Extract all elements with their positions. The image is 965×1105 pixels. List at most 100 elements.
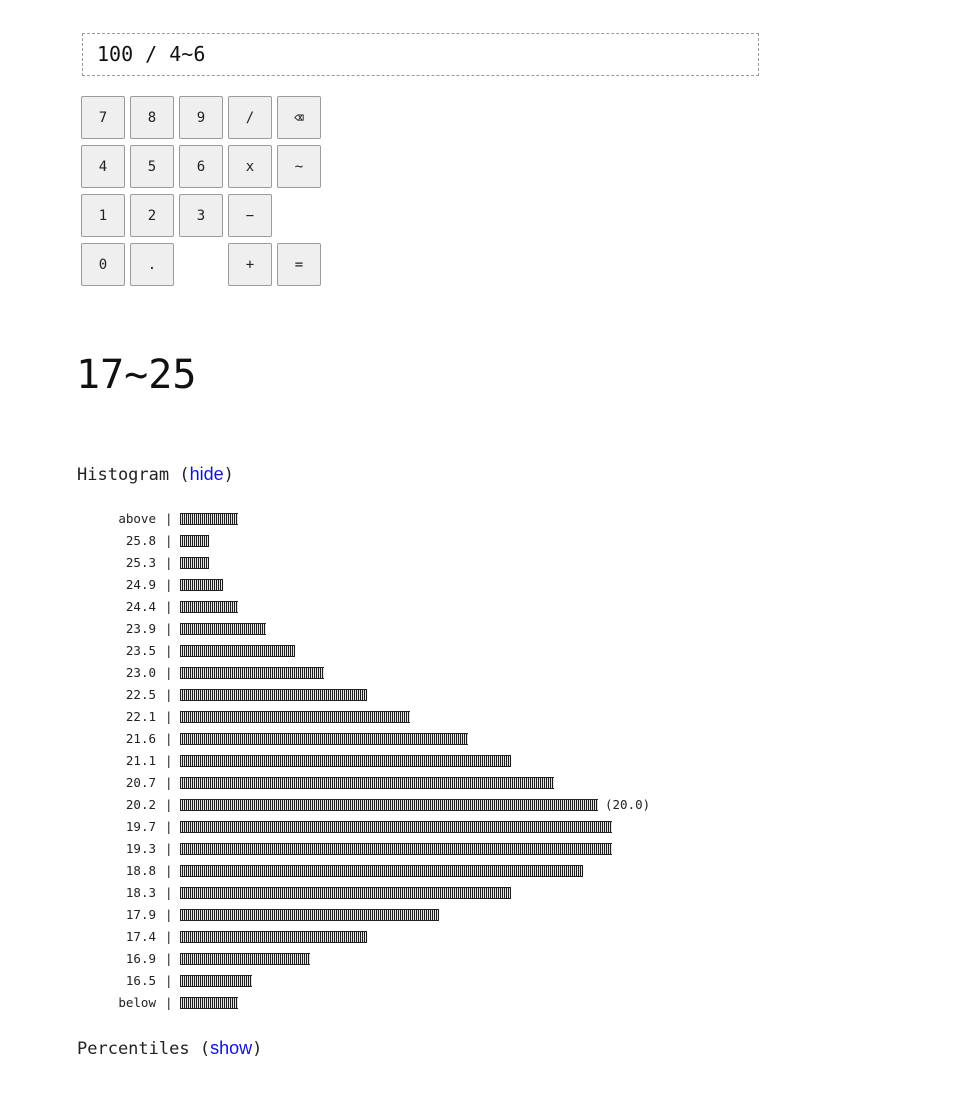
histogram-bin-label: 20.2 <box>125 797 156 812</box>
histogram-separator: | <box>165 511 173 526</box>
histogram-bar <box>180 975 252 987</box>
histogram-separator: | <box>165 643 173 658</box>
histogram-max-annotation: (20.0) <box>605 797 651 812</box>
histogram-row: 18.3 | <box>0 882 965 904</box>
histogram-separator: | <box>165 797 173 812</box>
histogram-bin-label: 23.5 <box>125 643 156 658</box>
key-9[interactable]: 9 <box>179 96 223 139</box>
histogram-separator: | <box>165 731 173 746</box>
histogram-bar <box>180 799 598 811</box>
histogram-row: 20.2 | (20.0) <box>0 794 965 816</box>
histogram-row: 21.6 | <box>0 728 965 750</box>
histogram-separator: | <box>165 995 173 1010</box>
percentiles-paren-open: ( <box>199 1039 211 1059</box>
histogram-hide-link[interactable]: hide <box>190 464 224 484</box>
histogram-bin-label: 24.9 <box>125 577 156 592</box>
histogram-row: 18.8 | <box>0 860 965 882</box>
key-equals[interactable]: = <box>277 243 321 286</box>
histogram-bin-label: 24.4 <box>125 599 156 614</box>
histogram-separator: | <box>165 863 173 878</box>
expression-display[interactable]: 100 / 4~6 <box>82 33 759 76</box>
percentiles-paren-close: ) <box>252 1039 263 1059</box>
histogram-heading: Histogram (hide) <box>77 463 234 486</box>
histogram-row: 23.0 | <box>0 662 965 684</box>
histogram-bin-label: 23.9 <box>125 621 156 636</box>
histogram-bar <box>180 755 511 767</box>
histogram-row: 19.3 | <box>0 838 965 860</box>
histogram-bin-label: below <box>118 995 156 1010</box>
histogram-bar <box>180 557 209 569</box>
key-0[interactable]: 0 <box>81 243 125 286</box>
histogram-row: 23.9 | <box>0 618 965 640</box>
histogram-bin-label: 16.9 <box>125 951 156 966</box>
histogram-bar <box>180 645 295 657</box>
histogram-bar <box>180 601 238 613</box>
histogram-bin-label: 21.1 <box>125 753 156 768</box>
histogram-bar <box>180 777 554 789</box>
key-plus[interactable]: + <box>228 243 272 286</box>
histogram-bin-label: 21.6 <box>125 731 156 746</box>
histogram-bar <box>180 843 612 855</box>
histogram-row: 16.9 | <box>0 948 965 970</box>
key-1[interactable]: 1 <box>81 194 125 237</box>
histogram-paren-open: ( <box>179 465 190 485</box>
histogram-separator: | <box>165 841 173 856</box>
histogram-chart: above | 25.8 | 25.3 | 24.9 | 24.4 | 23.9 | 23.5 | 23.0… <box>0 508 965 1014</box>
histogram-bin-label: 25.3 <box>125 555 156 570</box>
histogram-row: 25.8 | <box>0 530 965 552</box>
key-multiply[interactable]: x <box>228 145 272 188</box>
key-8[interactable]: 8 <box>130 96 174 139</box>
key-4[interactable]: 4 <box>81 145 125 188</box>
key-minus[interactable]: − <box>228 194 272 237</box>
histogram-bin-label: 18.8 <box>125 863 156 878</box>
histogram-separator: | <box>165 753 173 768</box>
histogram-title: Histogram <box>77 465 170 485</box>
histogram-bar <box>180 667 324 679</box>
histogram-row: 23.5 | <box>0 640 965 662</box>
percentiles-show-link[interactable]: show <box>210 1038 252 1058</box>
histogram-bar <box>180 535 209 547</box>
histogram-separator: | <box>165 819 173 834</box>
histogram-bin-label: 20.7 <box>125 775 156 790</box>
histogram-bin-label: 18.3 <box>125 885 156 900</box>
histogram-bin-label: 25.8 <box>125 533 156 548</box>
histogram-bin-label: 19.3 <box>125 841 156 856</box>
histogram-bin-label: 22.1 <box>125 709 156 724</box>
histogram-bar <box>180 887 511 899</box>
key-7[interactable]: 7 <box>81 96 125 139</box>
histogram-bar <box>180 733 468 745</box>
histogram-bin-label: 17.9 <box>125 907 156 922</box>
histogram-separator: | <box>165 577 173 592</box>
histogram-separator: | <box>165 687 173 702</box>
histogram-separator: | <box>165 665 173 680</box>
histogram-row: 20.7 | <box>0 772 965 794</box>
histogram-bar <box>180 953 310 965</box>
histogram-row: 16.5 | <box>0 970 965 992</box>
histogram-bin-label: 17.4 <box>125 929 156 944</box>
backspace-icon[interactable]: ⌫ <box>277 96 321 139</box>
histogram-separator: | <box>165 973 173 988</box>
histogram-separator: | <box>165 709 173 724</box>
key-3[interactable]: 3 <box>179 194 223 237</box>
histogram-paren-close: ) <box>223 465 234 485</box>
key-decimal[interactable]: . <box>130 243 174 286</box>
histogram-row: 17.4 | <box>0 926 965 948</box>
key-2[interactable]: 2 <box>130 194 174 237</box>
result-value: 17~25 <box>76 352 197 398</box>
histogram-bar <box>180 997 238 1009</box>
histogram-row: 21.1 | <box>0 750 965 772</box>
histogram-separator: | <box>165 533 173 548</box>
histogram-bin-label: 23.0 <box>125 665 156 680</box>
key-5[interactable]: 5 <box>130 145 174 188</box>
histogram-bar <box>180 711 410 723</box>
histogram-row: 24.9 | <box>0 574 965 596</box>
histogram-separator: | <box>165 929 173 944</box>
histogram-separator: | <box>165 621 173 636</box>
key-range[interactable]: ~ <box>277 145 321 188</box>
histogram-row: 22.5 | <box>0 684 965 706</box>
key-6[interactable]: 6 <box>179 145 223 188</box>
histogram-row: 25.3 | <box>0 552 965 574</box>
key-divide[interactable]: / <box>228 96 272 139</box>
histogram-bin-label: 22.5 <box>125 687 156 702</box>
histogram-row: 22.1 | <box>0 706 965 728</box>
